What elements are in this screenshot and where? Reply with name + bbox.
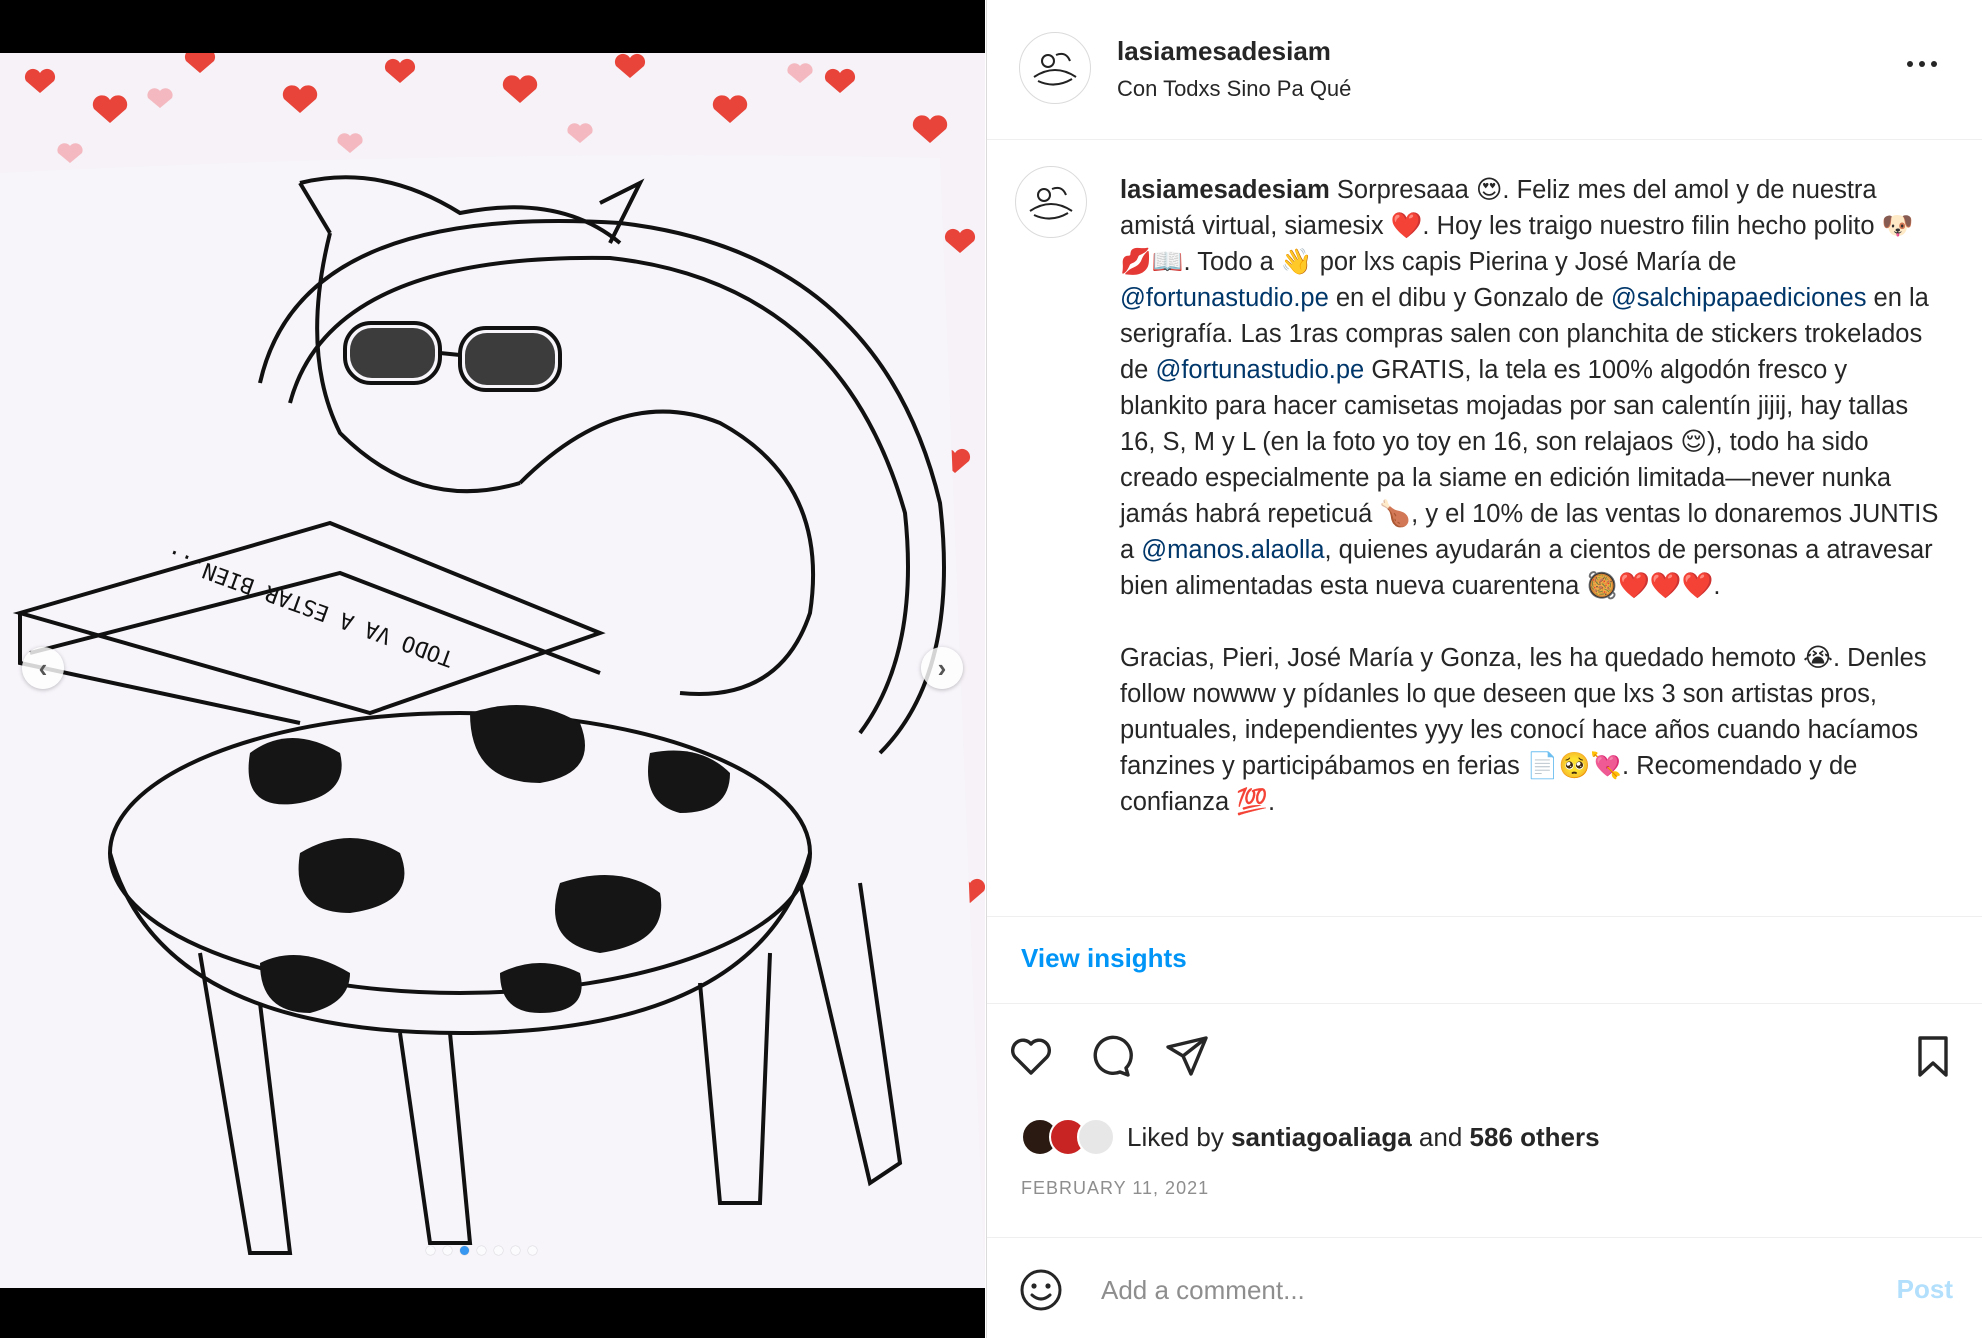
location-link[interactable]: Con Todxs Sino Pa Qué: [1117, 76, 1351, 102]
mention-link[interactable]: @salchipapaediciones: [1611, 284, 1867, 312]
comment-icon[interactable]: [1085, 1032, 1133, 1080]
post-date[interactable]: FEBRUARY 11, 2021: [1021, 1178, 1209, 1199]
liker-username-link[interactable]: santiagoaliaga: [1231, 1122, 1412, 1152]
caption-username-link[interactable]: lasiamesadesiam: [1120, 176, 1330, 204]
post-media: TODO VA A ESTAR BIEN... ‹ ›: [0, 0, 985, 1338]
carousel-dot-active: [460, 1246, 469, 1255]
view-insights-link[interactable]: View insights: [1021, 943, 1187, 974]
likes-middle: and: [1411, 1121, 1470, 1152]
avatar-drawing-icon: [1033, 52, 1077, 86]
post-header: lasiamesadesiam Con Todxs Sino Pa Qué: [987, 0, 1982, 140]
post-photo[interactable]: TODO VA A ESTAR BIEN...: [0, 53, 985, 1288]
avatar[interactable]: [1015, 166, 1087, 238]
mention-link[interactable]: @fortunastudio.pe: [1155, 356, 1364, 384]
caption-text-segment: GRATIS, la tela es 100% algodón fresco y…: [1120, 356, 1939, 564]
carousel-dot: [494, 1246, 503, 1255]
likes-text: Liked by santiagoaliaga and 586 others: [1127, 1122, 1600, 1153]
carousel-dot: [477, 1246, 486, 1255]
carousel-dot: [528, 1246, 537, 1255]
caption-text: lasiamesadesiam Sorpresaaa 😍. Feliz mes …: [1120, 172, 1940, 856]
carousel-next-button[interactable]: ›: [921, 647, 963, 689]
avatar-drawing-icon: [1029, 186, 1073, 220]
post-caption: lasiamesadesiam Sorpresaaa 😍. Feliz mes …: [987, 140, 1982, 917]
post-comment-button[interactable]: Post: [1897, 1274, 1953, 1305]
comment-bar: Post: [987, 1237, 1982, 1339]
caption-text-segment: en el dibu y Gonzalo de: [1328, 284, 1611, 312]
liker-avatar[interactable]: [1077, 1118, 1115, 1156]
emoji-icon[interactable]: [1019, 1268, 1063, 1312]
bookmark-icon[interactable]: [1909, 1032, 1957, 1080]
caption-paragraph: lasiamesadesiam Sorpresaaa 😍. Feliz mes …: [1120, 172, 1940, 604]
mention-link[interactable]: @fortunastudio.pe: [1120, 284, 1329, 312]
caption-paragraph: Gracias, Pieri, José María y Gonza, les …: [1120, 644, 1927, 816]
share-icon[interactable]: [1163, 1032, 1211, 1080]
likes-summary: Liked by santiagoaliaga and 586 others: [1021, 1115, 1600, 1159]
carousel-indicator: [426, 1246, 537, 1255]
avatar[interactable]: [1019, 32, 1091, 104]
more-options-icon[interactable]: [1905, 54, 1939, 74]
tshirt-illustration: TODO VA A ESTAR BIEN...: [0, 53, 985, 1288]
carousel-dot: [443, 1246, 452, 1255]
carousel-dot: [426, 1246, 435, 1255]
chevron-left-icon: ‹: [38, 652, 48, 683]
divider: [987, 1003, 1982, 1004]
likes-count-link[interactable]: 586 others: [1470, 1122, 1600, 1152]
mention-link[interactable]: @manos.alaolla: [1141, 536, 1324, 564]
carousel-dot: [511, 1246, 520, 1255]
pink-confetti: [57, 63, 813, 163]
comment-input[interactable]: [1099, 1264, 1803, 1316]
chevron-right-icon: ›: [937, 652, 947, 683]
post-sidebar: lasiamesadesiam Con Todxs Sino Pa Qué la…: [986, 0, 1982, 1338]
likes-prefix: Liked by: [1127, 1121, 1232, 1152]
carousel-prev-button[interactable]: ‹: [22, 647, 64, 689]
header-username-link[interactable]: lasiamesadesiam: [1117, 36, 1331, 67]
heart-icon[interactable]: [1007, 1032, 1055, 1080]
